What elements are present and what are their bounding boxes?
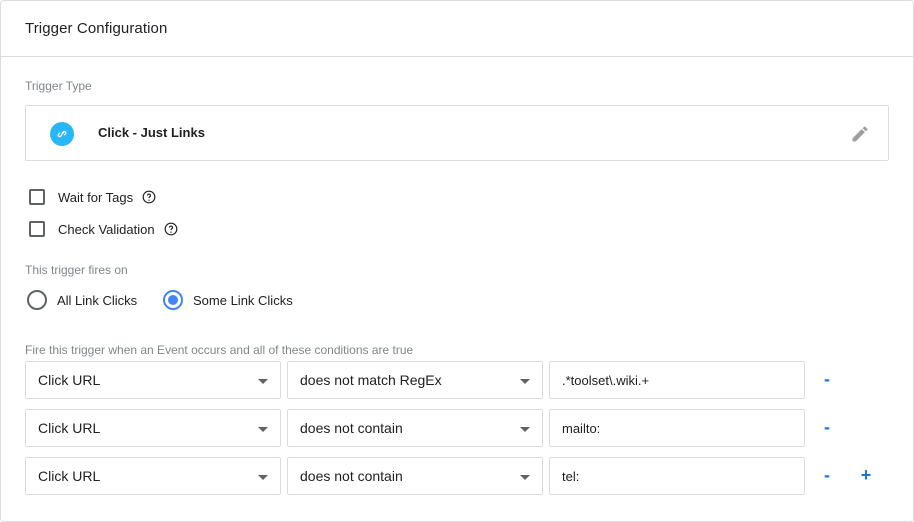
all-link-clicks-option[interactable]: All Link Clicks [27,290,137,310]
card-header: Trigger Configuration [1,1,913,57]
dropdown-arrow-icon [520,379,530,384]
condition-operator-value: does not contain [300,468,403,484]
check-validation-label: Check Validation [58,221,155,237]
help-icon[interactable] [164,222,178,236]
condition-operator-value: does not match RegEx [300,372,442,388]
pencil-icon[interactable] [850,124,870,144]
some-link-clicks-option[interactable]: Some Link Clicks [163,290,293,310]
trigger-type-name: Click - Just Links [98,125,205,140]
condition-variable-value: Click URL [38,420,101,436]
all-link-clicks-label: All Link Clicks [57,292,138,308]
dropdown-arrow-icon [258,427,268,432]
condition-value-input[interactable]: mailto: [549,409,805,447]
condition-variable-select[interactable]: Click URL [25,409,281,447]
condition-value-input[interactable]: .*toolset\.wiki.+ [549,361,805,399]
condition-operator-value: does not contain [300,420,403,436]
conditions-label: Fire this trigger when an Event occurs a… [25,343,414,357]
condition-variable-value: Click URL [38,468,101,484]
trigger-type-box[interactable]: Click - Just Links [25,105,889,161]
check-validation-option: Check Validation [29,221,178,237]
dropdown-arrow-icon [258,379,268,384]
condition-variable-select[interactable]: Click URL [25,457,281,495]
dropdown-arrow-icon [520,475,530,480]
condition-variable-select[interactable]: Click URL [25,361,281,399]
trigger-configuration-card: Trigger Configuration Trigger Type Click… [0,0,914,522]
remove-condition-button[interactable]: - [817,369,837,389]
condition-value-text: .*toolset\.wiki.+ [562,372,650,388]
dropdown-arrow-icon [520,427,530,432]
some-link-clicks-radio[interactable] [163,290,183,310]
condition-value-text: tel: [562,468,580,484]
help-icon[interactable] [142,190,156,204]
condition-operator-select[interactable]: does not contain [287,409,543,447]
trigger-type-label: Trigger Type [25,79,92,93]
check-validation-checkbox[interactable] [29,221,45,237]
condition-variable-value: Click URL [38,372,101,388]
condition-operator-select[interactable]: does not contain [287,457,543,495]
remove-condition-button[interactable]: - [817,465,837,485]
condition-value-text: mailto: [562,420,601,436]
condition-value-input[interactable]: tel: [549,457,805,495]
all-link-clicks-radio[interactable] [27,290,47,310]
card-title: Trigger Configuration [25,20,168,37]
condition-operator-select[interactable]: does not match RegEx [287,361,543,399]
link-icon [50,122,74,146]
fires-on-label: This trigger fires on [25,263,128,277]
wait-for-tags-label: Wait for Tags [58,189,134,205]
add-condition-button[interactable]: + [856,465,876,485]
some-link-clicks-label: Some Link Clicks [193,292,293,308]
dropdown-arrow-icon [258,475,268,480]
remove-condition-button[interactable]: - [817,417,837,437]
wait-for-tags-checkbox[interactable] [29,189,45,205]
wait-for-tags-option: Wait for Tags [29,189,156,205]
